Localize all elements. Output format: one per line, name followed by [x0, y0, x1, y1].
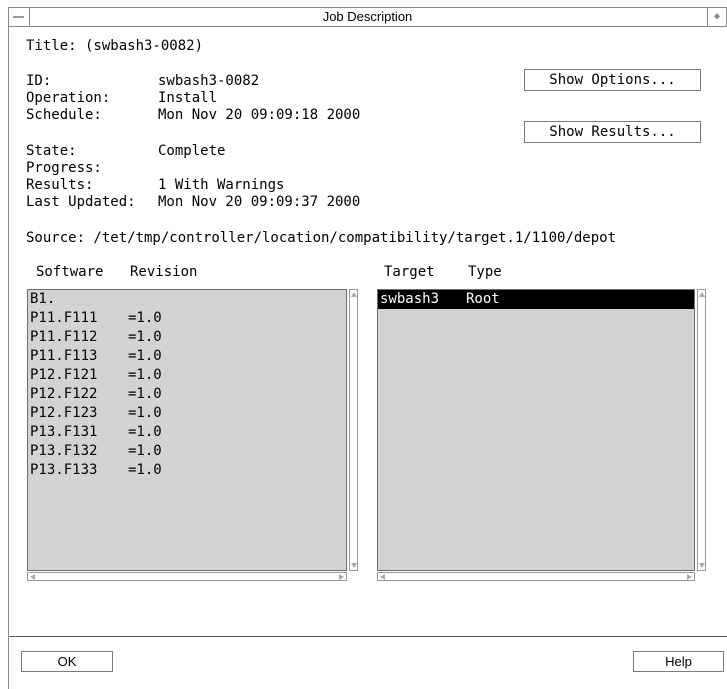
list-item[interactable]: P13.F133 =1.0 [28, 461, 346, 480]
field-label-operation: Operation: [26, 90, 111, 106]
scroll-down-arrow-icon[interactable] [351, 563, 357, 568]
software-name: P11.F113 [30, 348, 98, 364]
software-name: P12.F122 [30, 386, 98, 402]
software-revision: =1.0 [128, 424, 162, 440]
list-item[interactable]: P13.F132 =1.0 [28, 442, 346, 461]
software-revision: =1.0 [128, 462, 162, 478]
revision-column-header: Revision [130, 264, 198, 280]
software-name: P11.F111 [30, 310, 98, 326]
list-item[interactable]: P11.F111 =1.0 [28, 309, 346, 328]
button-area-divider [9, 636, 727, 637]
field-value-last-updated: Mon Nov 20 09:09:37 2000 [158, 194, 361, 210]
field-value-results: 1 With Warnings [158, 177, 285, 193]
software-revision: =1.0 [128, 443, 162, 459]
software-name: P13.F133 [30, 462, 98, 478]
target-list[interactable]: swbash3 Root [377, 289, 695, 571]
list-item[interactable]: P11.F112 =1.0 [28, 328, 346, 347]
software-list[interactable]: B1. P11.F111 =1.0 P11.F112 =1.0 P11.F113 =1… [27, 289, 347, 571]
help-button[interactable]: Help [633, 651, 724, 672]
type-column-header: Type [468, 264, 502, 280]
software-list-horizontal-scrollbar[interactable] [27, 572, 347, 581]
list-item[interactable]: P11.F113 =1.0 [28, 347, 346, 366]
scroll-left-arrow-icon[interactable] [30, 574, 35, 580]
window-title: Job Description [322, 9, 413, 24]
scroll-right-arrow-icon[interactable] [339, 574, 344, 580]
software-revision: =1.0 [128, 367, 162, 383]
software-name: P12.F123 [30, 405, 98, 421]
field-value-operation: Install [158, 90, 218, 106]
software-name: P13.F131 [30, 424, 98, 440]
list-item[interactable]: P12.F123 =1.0 [28, 404, 346, 423]
list-item[interactable]: P12.F121 =1.0 [28, 366, 346, 385]
list-item-selected[interactable]: swbash3 Root [378, 290, 694, 309]
job-title-line: Title: (swbash3-0082) [26, 38, 204, 54]
target-list-horizontal-scrollbar[interactable] [377, 572, 695, 581]
maximize-icon[interactable]: ◆ [707, 8, 726, 26]
software-name: P12.F121 [30, 367, 98, 383]
field-label-last-updated: Last Updated: [26, 194, 136, 210]
show-options-button[interactable]: Show Options... [524, 69, 701, 91]
ok-button[interactable]: OK [21, 651, 113, 672]
target-list-vertical-scrollbar[interactable] [697, 289, 706, 571]
field-label-id: ID: [26, 73, 52, 89]
software-column-header: Software [36, 264, 104, 280]
source-line: Source: /tet/tmp/controller/location/com… [26, 230, 617, 246]
window-title-bar[interactable]: Job Description ◆ [8, 7, 727, 27]
field-value-schedule: Mon Nov 20 09:09:18 2000 [158, 107, 361, 123]
software-revision: =1.0 [128, 329, 162, 345]
list-item[interactable]: P12.F122 =1.0 [28, 385, 346, 404]
scroll-up-arrow-icon[interactable] [699, 292, 705, 297]
software-list-vertical-scrollbar[interactable] [349, 289, 358, 571]
scroll-left-arrow-icon[interactable] [380, 574, 385, 580]
field-label-results: Results: [26, 177, 94, 193]
show-results-button[interactable]: Show Results... [524, 121, 701, 143]
software-revision: =1.0 [128, 386, 162, 402]
field-label-schedule: Schedule: [26, 107, 102, 123]
target-type: Root [466, 291, 500, 307]
scroll-up-arrow-icon[interactable] [351, 292, 357, 297]
software-name: B1. [30, 291, 56, 307]
scroll-down-arrow-icon[interactable] [699, 563, 705, 568]
software-name: P13.F132 [30, 443, 98, 459]
list-item[interactable]: B1. [28, 290, 346, 309]
field-value-id: swbash3-0082 [158, 73, 260, 89]
field-label-progress: Progress: [26, 160, 102, 176]
field-label-state: State: [26, 143, 77, 159]
software-revision: =1.0 [128, 348, 162, 364]
software-revision: =1.0 [128, 405, 162, 421]
software-revision: =1.0 [128, 310, 162, 326]
field-value-state: Complete [158, 143, 226, 159]
list-item[interactable]: P13.F131 =1.0 [28, 423, 346, 442]
scroll-right-arrow-icon[interactable] [687, 574, 692, 580]
target-column-header: Target [384, 264, 435, 280]
software-name: P11.F112 [30, 329, 98, 345]
target-name: swbash3 [380, 291, 440, 307]
